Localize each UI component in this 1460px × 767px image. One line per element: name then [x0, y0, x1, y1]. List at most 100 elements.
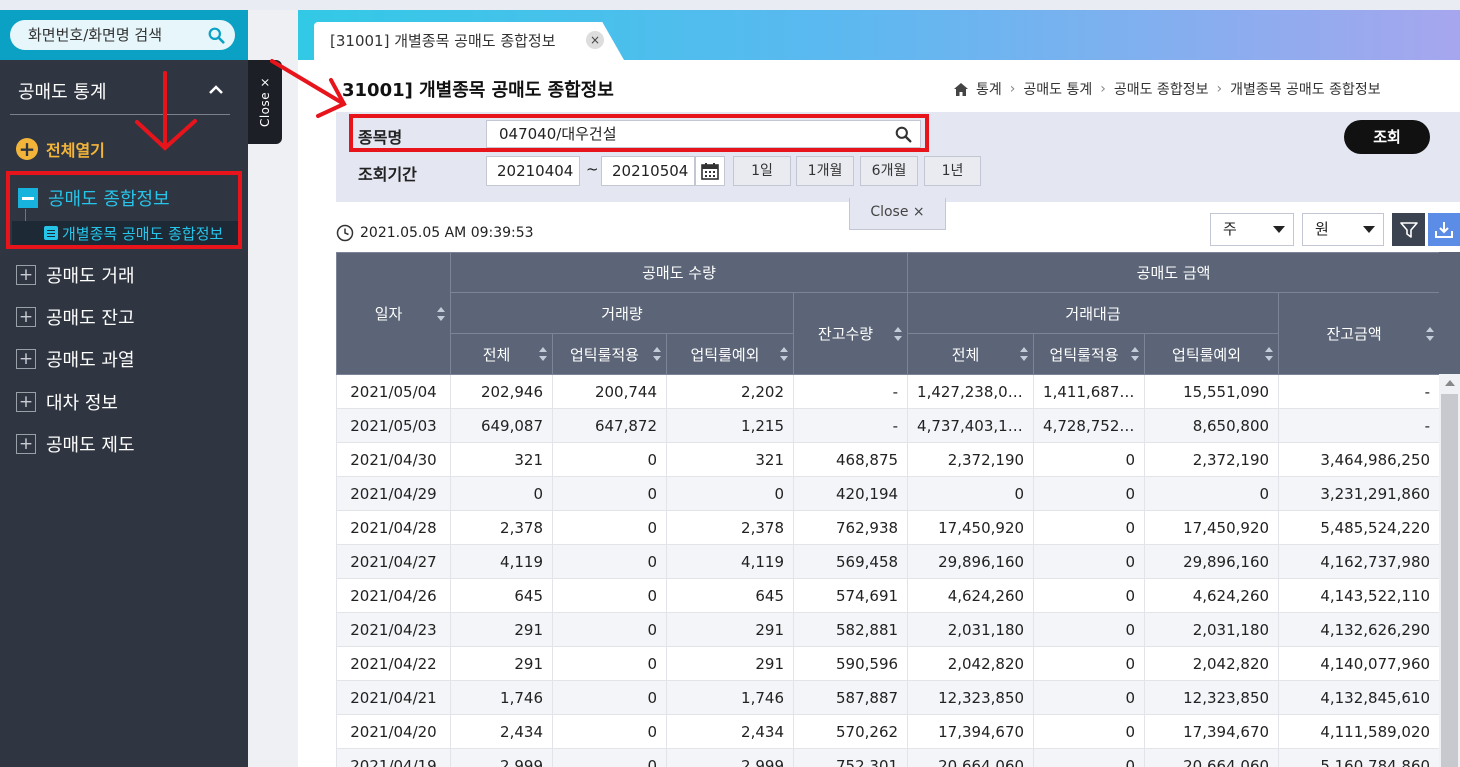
scrollbar-thumb[interactable] — [1441, 394, 1458, 767]
table-row[interactable]: 2021/04/22 291 0 291 590,596 2,042,820 0 2,042,… — [336, 646, 1439, 681]
table-cell: 587,887 — [792, 680, 909, 715]
breadcrumb-item[interactable]: 공매도 종합정보 — [1114, 79, 1209, 99]
sidebar-item-overheat[interactable]: + 공매도 과열 — [16, 346, 135, 372]
period-1day-button[interactable]: 1일 — [733, 156, 791, 186]
sort-icon[interactable] — [1020, 347, 1029, 361]
table-cell: 4,132,845,610 — [1278, 680, 1439, 715]
sort-icon[interactable] — [780, 347, 788, 361]
table-row[interactable]: 2021/04/29 0 0 0 420,194 0 0 0 3,231,291,860 — [336, 476, 1439, 511]
sidebar-item-lending[interactable]: + 대차 정보 — [16, 389, 118, 415]
table-cell: 0 — [1033, 612, 1146, 647]
table-cell: 0 — [552, 646, 667, 681]
screen-search-input[interactable]: 화면번호/화면명 검색 — [10, 20, 235, 50]
table-row[interactable]: 2021/04/20 2,434 0 2,434 570,262 17,394,670 0 1… — [336, 714, 1439, 749]
date-from-input[interactable]: 20210404 — [486, 156, 580, 186]
unit-select[interactable]: 주 — [1210, 213, 1294, 246]
tab-close-icon[interactable]: × — [586, 31, 604, 49]
table-row[interactable]: 2021/04/21 1,746 0 1,746 587,887 12,323,850 0 1… — [336, 680, 1439, 715]
sidebar-item-balance[interactable]: + 공매도 잔고 — [16, 304, 135, 330]
table-cell: 0 — [552, 612, 667, 647]
tab-31001[interactable]: [31001] 개별종목 공매도 종합정보 — [314, 22, 624, 60]
col-qty-uptick-except-header[interactable]: 업틱룰예외 — [666, 333, 794, 375]
table-cell: 2,042,820 — [1144, 646, 1280, 681]
home-icon[interactable] — [954, 82, 968, 96]
col-qty-uptick-apply-header[interactable]: 업틱룰적용 — [552, 333, 667, 375]
header-label: 전체 — [951, 345, 980, 364]
table-cell: 0 — [1033, 510, 1146, 545]
filter-button[interactable] — [1392, 213, 1425, 246]
sort-icon[interactable] — [653, 347, 661, 361]
col-amt-total-header[interactable]: 전체 — [907, 333, 1035, 375]
sort-icon[interactable] — [1426, 326, 1435, 341]
sidebar-item-short-selling-overview[interactable]: 공매도 종합정보 — [18, 185, 170, 211]
col-qty-total-header[interactable]: 전체 — [450, 333, 553, 375]
chevron-down-icon — [1273, 226, 1285, 233]
table-cell: 2021/04/21 — [336, 680, 451, 715]
period-1year-button[interactable]: 1년 — [924, 156, 981, 186]
col-date-header[interactable]: 일자 — [336, 252, 451, 375]
sidebar-close-tab[interactable]: Close × — [248, 60, 282, 144]
table-cell: 0 — [552, 680, 667, 715]
col-amt-uptick-except-header[interactable]: 업틱룰예외 — [1144, 333, 1280, 375]
sort-icon[interactable] — [539, 347, 547, 361]
period-1month-button[interactable]: 1개월 — [796, 156, 854, 186]
table-cell: 0 — [1033, 680, 1146, 715]
col-group-amount: 공매도 금액 — [907, 252, 1439, 293]
sort-icon[interactable] — [1131, 347, 1140, 361]
currency-select[interactable]: 원 — [1302, 213, 1384, 246]
breadcrumb-item[interactable]: 공매도 통계 — [1023, 79, 1092, 99]
period-6month-button[interactable]: 6개월 — [860, 156, 918, 186]
query-button[interactable]: 조회 — [1344, 120, 1430, 154]
table-cell: 4,140,077,960 — [1278, 646, 1439, 681]
clock-icon — [336, 224, 354, 242]
col-balance-amt-header[interactable]: 잔고금액 — [1278, 292, 1439, 375]
download-button[interactable] — [1428, 213, 1460, 246]
scroll-up-icon[interactable] — [1445, 380, 1455, 386]
breadcrumb-item[interactable]: 통계 — [976, 79, 1002, 99]
table-row[interactable]: 2021/04/26 645 0 645 574,691 4,624,260 0 4,624,… — [336, 578, 1439, 613]
sort-icon[interactable] — [437, 306, 445, 321]
sidebar-item-system[interactable]: + 공매도 제도 — [16, 431, 135, 457]
table-cell: 3,231,291,860 — [1278, 476, 1439, 511]
col-amt-uptick-apply-header[interactable]: 업틱룰적용 — [1033, 333, 1146, 375]
table-row[interactable]: 2021/04/28 2,378 0 2,378 762,938 17,450,920 0 1… — [336, 510, 1439, 545]
period-label: 조회기간 — [358, 165, 417, 184]
table-cell: 4,728,752,... — [1033, 408, 1146, 443]
date-to-input[interactable]: 20210504 — [601, 156, 695, 186]
table-cell: 0 — [666, 476, 794, 511]
table-row[interactable]: 2021/04/23 291 0 291 582,881 2,031,180 0 2,031,… — [336, 612, 1439, 647]
filter-close-button[interactable]: Close × — [849, 198, 946, 230]
unit-select-value: 주 — [1223, 220, 1237, 238]
plus-box-icon: + — [16, 265, 36, 285]
table-cell: 0 — [450, 476, 553, 511]
table-row[interactable]: 2021/05/03 649,087 647,872 1,215-4,737,403,… — [336, 408, 1439, 443]
table-cell: 17,450,920 — [907, 510, 1035, 545]
chevron-down-icon — [1363, 226, 1375, 233]
breadcrumb-item[interactable]: 개별종목 공매도 종합정보 — [1230, 79, 1381, 99]
sort-icon[interactable] — [1265, 347, 1274, 361]
col-balance-qty-header[interactable]: 잔고수량 — [792, 292, 909, 375]
table-cell: 649,087 — [450, 408, 553, 443]
table-cell: 2,372,190 — [1144, 442, 1280, 477]
sidebar-item-trade[interactable]: + 공매도 거래 — [16, 262, 135, 288]
sidebar-subitem-stock-overview[interactable]: 개별종목 공매도 종합정보 — [12, 221, 238, 245]
chevron-up-icon[interactable] — [206, 80, 226, 100]
table-cell: 0 — [1033, 578, 1146, 613]
tab-bar: [31001] 개별종목 공매도 종합정보 — [298, 10, 1460, 60]
table-cell: 2021/04/30 — [336, 442, 451, 477]
table-cell: 2021/04/20 — [336, 714, 451, 749]
sort-icon[interactable] — [894, 326, 903, 341]
table-row[interactable]: 2021/04/30 321 0 321 468,875 2,372,190 0 2,372,… — [336, 442, 1439, 477]
table-cell: 2021/05/03 — [336, 408, 451, 443]
table-cell: 0 — [1033, 442, 1146, 477]
table-cell: 202,946 — [450, 374, 553, 409]
table-row[interactable]: 2021/04/27 4,119 0 4,119 569,458 29,896,160 0 2… — [336, 544, 1439, 579]
table-cell: 762,938 — [792, 510, 909, 545]
open-all-button[interactable]: + 전체열기 — [16, 137, 105, 161]
table-row[interactable]: 2021/05/04 202,946 200,744 2,202-1,427,238,… — [336, 374, 1439, 409]
calendar-button[interactable] — [695, 156, 725, 186]
table-row[interactable]: 2021/04/19 2,999 0 2,999 752,301 20,664,060 0 2… — [336, 748, 1439, 767]
search-icon[interactable] — [208, 27, 225, 44]
sidebar-item-label: 대차 정보 — [46, 393, 118, 414]
section-title[interactable]: 공매도 통계 — [18, 78, 107, 104]
